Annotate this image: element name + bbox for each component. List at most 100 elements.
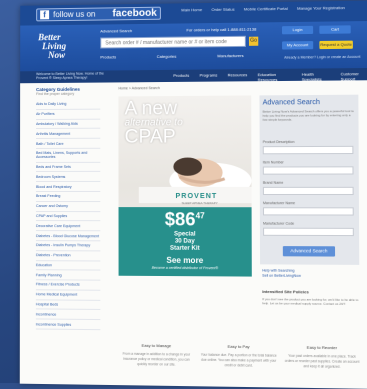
sidebar-category-item[interactable]: Diabetes - Blood Glucose Management xyxy=(35,231,101,242)
field-label: Item Number xyxy=(262,160,284,165)
sidebar-category-item[interactable]: Breast Feeding xyxy=(35,192,101,202)
promo-headline: A new alternative to CPAP xyxy=(124,98,183,148)
sidebar-category-item[interactable]: Diabetes - Prevention xyxy=(35,250,101,261)
price-cents: 47 xyxy=(195,211,205,221)
sub-link[interactable]: Products xyxy=(100,54,116,59)
feature-text: Your past orders available in one place.… xyxy=(284,353,360,369)
field-label: Product Description xyxy=(262,139,295,145)
top-link[interactable]: Manage Your Registration xyxy=(297,5,345,11)
search-label[interactable]: Advanced Search xyxy=(100,28,132,33)
provent-tagline: SLEEP APNEA THERAPY xyxy=(181,201,218,206)
manufacturer-code-field[interactable] xyxy=(263,227,354,237)
sidebar-category-item[interactable]: Decorative Care Equipment xyxy=(35,221,101,232)
sidebar-category-item[interactable]: Home Medical Equipment xyxy=(35,290,101,301)
search-go-button[interactable]: Go xyxy=(248,36,259,46)
feature-row: Easy to Manage From a manage in addition… xyxy=(119,343,361,371)
sidebar-category-item[interactable]: Bath / Toilet Care xyxy=(36,138,101,149)
background: f follow us on facebook Main Home Order … xyxy=(0,0,367,389)
sidebar-category-item[interactable]: Bedroom Systems xyxy=(35,172,101,183)
price-line: Starter Kit xyxy=(169,245,200,252)
sidebar-category-item[interactable]: Blood and Respiratory xyxy=(35,182,101,193)
sidebar-category-item[interactable]: Incontinence Supplies xyxy=(35,319,101,331)
feature-manage: Easy to Manage From a manage in addition… xyxy=(119,343,195,368)
sidebar-category-item[interactable]: CPAP and Supplies xyxy=(35,211,101,222)
feature-text: Your balance due. Pay a portion or the t… xyxy=(200,352,277,368)
sub-link[interactable]: Categories xyxy=(157,54,177,59)
feature-title: Easy to Reorder xyxy=(306,344,338,351)
cart-button[interactable]: Cart xyxy=(319,25,351,34)
advanced-search-description: Better Living Now's Advanced Search offe… xyxy=(262,108,354,122)
sidebar-category-item[interactable]: Air Purifiers xyxy=(36,109,101,120)
sidebar-category-item[interactable]: Diabetes - Insulin Pumps Therapy xyxy=(35,241,101,252)
price-description: Special 30 Day Starter Kit xyxy=(119,231,252,253)
sidebar-list: Aids to Daily Living Air Purifiers Ambulat… xyxy=(35,99,101,331)
sidebar-category-item[interactable]: Aids to Daily Living xyxy=(36,99,101,110)
nav-item[interactable]: Health Specialists xyxy=(302,71,330,82)
see-more-link[interactable]: See more xyxy=(119,256,252,266)
logo-line: Now xyxy=(48,49,66,61)
sidebar-category-item[interactable]: Beds and Frame Sets xyxy=(36,162,101,173)
nav-item[interactable]: Education Resources xyxy=(258,72,292,82)
field-label: Manufacturer Name xyxy=(262,201,296,206)
breadcrumb[interactable]: Home > Advanced Search xyxy=(118,86,159,90)
sidebar-category-item[interactable]: Family Planning xyxy=(35,270,101,281)
manufacturer-name-field[interactable] xyxy=(262,207,354,216)
sidebar-category-item[interactable]: Incontinence xyxy=(35,309,101,321)
advanced-search-panel: Advanced Search Better Living Now's Adva… xyxy=(259,94,360,265)
top-link[interactable]: Mobile Certificate Portal xyxy=(244,6,288,12)
sidebar-category-item[interactable]: Hospital Beds xyxy=(35,299,101,311)
header-note[interactable]: Already a Member? Login or create an Acc… xyxy=(284,55,360,60)
advanced-search-links: Help with Searching Sell on BetterLiving… xyxy=(262,268,301,278)
price: $8647 xyxy=(119,209,252,231)
category-sidebar: Category Guidelines Find the proper cate… xyxy=(35,87,101,331)
feature-pay: Easy to Pay Your balance due. Pay a port… xyxy=(200,343,277,369)
sell-link[interactable]: Sell on BetterLivingNow xyxy=(262,274,301,279)
sidebar-category-item[interactable]: Education xyxy=(35,260,101,271)
feature-title: Easy to Pay xyxy=(227,343,250,350)
facebook-follow-button[interactable]: f follow us on facebook xyxy=(36,6,161,22)
facebook-icon: f xyxy=(40,10,50,20)
search-info: For orders or help call 1-888-811-2138 xyxy=(186,26,257,33)
field-label: Brand Name xyxy=(262,180,284,185)
feature-title: Easy to Manage xyxy=(141,342,172,349)
sidebar-subtitle: Find the proper category xyxy=(36,91,75,97)
top-link[interactable]: Main Home xyxy=(181,7,202,12)
feature-reorder: Easy to Reorder Your past orders availab… xyxy=(283,344,361,370)
sidebar-category-item[interactable]: Fitness / Exercise Products xyxy=(35,280,101,291)
see-more-subtext: Become a certified distributor of Proven… xyxy=(151,265,219,271)
request-quote-button[interactable]: Request a Quote xyxy=(319,40,353,50)
price-panel: $8647 Special 30 Day Starter Kit See mor… xyxy=(118,207,252,277)
facebook-prefix: follow us on xyxy=(53,9,96,20)
sidebar-category-item[interactable]: Bed Mats, Linens, Supports and Accessori… xyxy=(36,148,101,163)
sidebar-category-item[interactable]: Cancer and Ostomy xyxy=(35,201,101,212)
product-description-field[interactable] xyxy=(262,145,354,155)
item-number-field[interactable] xyxy=(262,166,354,175)
provent-promo-banner[interactable]: A new alternative to CPAP PROVENT SLEEP … xyxy=(118,95,252,277)
price-dollars: $86 xyxy=(164,209,196,230)
nav-item[interactable]: Resources xyxy=(228,72,248,82)
promo-headline-line: A new xyxy=(124,98,178,120)
advanced-search-title: Advanced Search xyxy=(262,99,320,107)
top-link[interactable]: Order Status xyxy=(211,7,234,12)
my-account-button[interactable]: My Account xyxy=(282,41,314,50)
nav-welcome-text: Welcome to Better Living Now. Home of th… xyxy=(36,71,104,81)
nav-menu: Products Programs Resources Education Re… xyxy=(173,71,367,83)
brand-name-field[interactable] xyxy=(262,186,354,196)
web-page: f follow us on facebook Main Home Order … xyxy=(19,0,367,389)
nav-item[interactable]: Products xyxy=(173,73,189,83)
policy-title: Intensified Site Policies xyxy=(262,288,309,295)
sidebar-category-item[interactable]: Arthritis Management xyxy=(36,129,101,140)
sub-link[interactable]: Manufacturers xyxy=(217,53,243,58)
feature-text: From a manage in addition to a change in… xyxy=(122,351,191,367)
facebook-word: facebook xyxy=(112,7,157,20)
field-label: Manufacturer Code xyxy=(263,221,295,226)
policy-text: If you don't see the product you are loo… xyxy=(262,297,359,306)
login-button[interactable]: Login xyxy=(281,25,314,35)
nav-item[interactable]: Customer Support xyxy=(341,71,367,81)
sidebar-category-item[interactable]: Ambulatory / Walking Aids xyxy=(36,119,101,130)
nav-item[interactable]: Programs xyxy=(200,72,218,82)
provent-logo: PROVENT xyxy=(175,192,218,201)
advanced-search-button[interactable]: Advanced Search xyxy=(282,246,336,257)
search-input[interactable] xyxy=(100,35,246,49)
site-logo[interactable]: Better Living Now xyxy=(38,32,66,61)
